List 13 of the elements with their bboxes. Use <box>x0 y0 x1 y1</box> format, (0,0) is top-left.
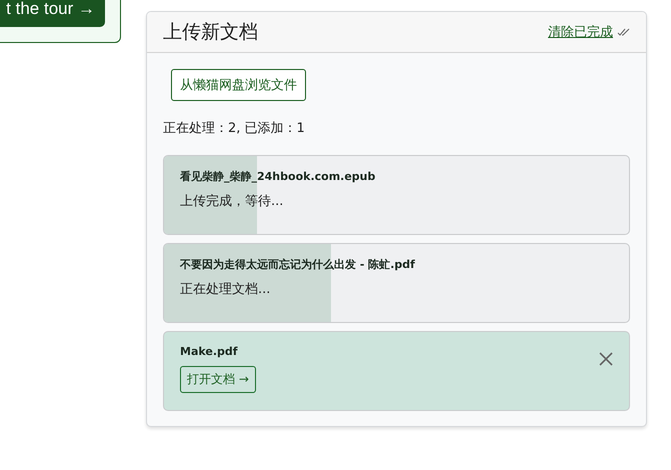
browse-files-button[interactable]: 从懒猫网盘浏览文件 <box>171 69 306 101</box>
file-name: 不要因为走得太远而忘记为什么出发 - 陈虻.pdf <box>180 257 415 272</box>
double-check-icon <box>617 28 630 36</box>
clear-completed-link[interactable]: 清除已完成 <box>548 23 613 41</box>
tour-button[interactable]: t the tour → <box>0 0 105 27</box>
upload-message: 正在处理文档... <box>180 281 270 298</box>
processing-status: 正在处理：2, 已添加：1 <box>163 120 306 137</box>
open-document-button[interactable]: 打开文档 → <box>180 366 256 393</box>
file-name: 看见柴静_柴静_24hbook.com.epub <box>180 169 376 184</box>
panel-title: 上传新文档 <box>163 20 258 45</box>
close-icon[interactable] <box>599 352 613 366</box>
upload-message: 上传完成，等待... <box>180 193 284 210</box>
file-name: Make.pdf <box>180 345 238 358</box>
